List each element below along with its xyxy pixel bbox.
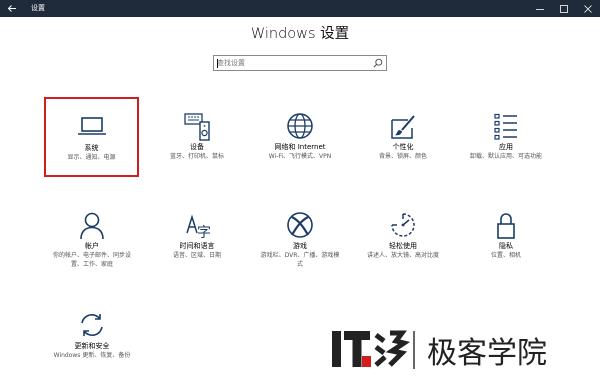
tile-description: 你的帐户、电子邮件、同步设置、工作、家庭: [52, 252, 131, 268]
xbox-icon: [287, 212, 313, 238]
tile-ease-of-access[interactable]: 轻松使用 讲述人、放大镜、高对比度: [357, 198, 449, 272]
close-icon: [584, 5, 592, 13]
tile-description: 讲述人、放大镜、高对比度: [366, 252, 439, 259]
tile-devices[interactable]: 设备 蓝牙、打印机、鼠标: [151, 99, 243, 173]
tile-description: 背景、锁屏、颜色: [378, 153, 427, 160]
tile-system[interactable]: 系统 显示、通知、电源: [44, 97, 139, 177]
devices-icon: [184, 113, 210, 141]
tile-description: 游戏栏、DVR、广播、游戏模式: [260, 252, 340, 268]
time-language-icon: 字: [186, 214, 211, 241]
tile-label: 应用: [499, 143, 513, 151]
minimize-button[interactable]: [527, 0, 553, 17]
svg-text:极客学院: 极客学院: [427, 336, 547, 371]
tile-update-security[interactable]: 更新和安全 Windows 更新、恢复、备份: [46, 298, 138, 372]
tile-label: 隐私: [499, 242, 513, 250]
tile-time-language[interactable]: 字 时间和语言 语音、区域、日期: [151, 198, 243, 272]
back-arrow-icon[interactable]: [6, 2, 18, 15]
tile-label: 网络和 Internet: [274, 143, 326, 151]
tile-label: 帐户: [85, 242, 99, 250]
brand-watermark-logo: 极客学院: [332, 330, 547, 371]
tile-personalization[interactable]: 个性化 背景、锁屏、颜色: [357, 99, 449, 173]
lock-icon: [497, 213, 515, 239]
maximize-icon: [560, 5, 568, 13]
tile-apps[interactable]: 应用 卸载、默认应用、可选功能: [460, 99, 552, 173]
page-title: Windows 设置: [250, 26, 350, 42]
close-button[interactable]: [575, 0, 600, 17]
search-icon[interactable]: [373, 58, 383, 68]
window-title: 设置: [31, 4, 45, 12]
globe-icon: [287, 113, 313, 139]
tile-label: 时间和语言: [179, 242, 215, 250]
tile-privacy[interactable]: 隐私 位置、相机: [460, 198, 552, 272]
tile-network[interactable]: 网络和 Internet Wi-Fi、飞行模式、VPN: [254, 99, 346, 173]
search-input[interactable]: [217, 57, 367, 69]
tile-description: 蓝牙、打印机、鼠标: [169, 153, 224, 160]
laptop-icon: [78, 117, 106, 135]
search-box[interactable]: [213, 55, 387, 71]
tile-description: Windows 更新、恢复、备份: [53, 352, 131, 359]
tile-description: 显示、通知、电源: [67, 154, 116, 161]
ease-of-access-icon: [391, 213, 415, 237]
maximize-button[interactable]: [551, 0, 577, 17]
svg-text:字: 字: [197, 225, 211, 241]
person-icon: [80, 212, 104, 240]
tile-label: 系统: [84, 144, 99, 152]
update-icon: [81, 314, 103, 336]
tile-label: 更新和安全: [74, 342, 110, 350]
title-bar: 设置: [0, 0, 600, 17]
tile-accounts[interactable]: 帐户 你的帐户、电子邮件、同步设置、工作、家庭: [46, 198, 138, 272]
minimize-icon: [536, 9, 544, 10]
brush-icon: [391, 115, 415, 139]
tile-label: 游戏: [293, 242, 307, 250]
tile-description: 语音、区域、日期: [172, 252, 221, 259]
tile-gaming[interactable]: 游戏 游戏栏、DVR、广播、游戏模式: [254, 198, 346, 272]
tile-label: 轻松使用: [389, 242, 417, 250]
tile-label: 个性化: [392, 143, 414, 151]
tile-description: 位置、相机: [490, 252, 521, 259]
tile-description: Wi-Fi、飞行模式、VPN: [268, 153, 332, 160]
tile-description: 卸载、默认应用、可选功能: [469, 153, 542, 160]
app-list-icon: [494, 113, 517, 140]
tile-label: 设备: [190, 143, 204, 151]
